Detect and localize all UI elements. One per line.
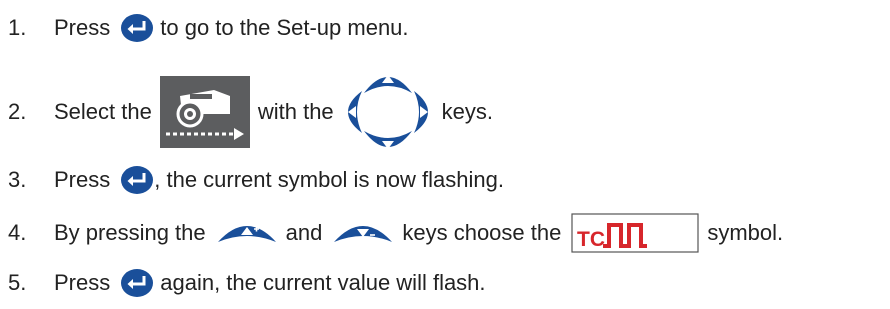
down-minus-key-icon <box>332 220 394 246</box>
step-number: 1. <box>8 15 27 40</box>
step-text: , the current symbol is now flashing. <box>154 167 504 192</box>
step-text: with the <box>257 99 334 124</box>
step-number: 3. <box>8 167 27 192</box>
step-text: keys. <box>441 99 494 124</box>
step-content: Press to go to the Set-up menu. <box>54 8 409 48</box>
step-content: Press , the current symbol is now flashi… <box>54 160 504 200</box>
step-text: Press <box>54 270 111 295</box>
step-text: again, the current value will flash. <box>160 270 486 295</box>
step-text: By pressing the <box>54 220 206 245</box>
enter-key-icon <box>120 13 154 43</box>
arrow-keypad-icon <box>342 69 434 155</box>
step-number: 2. <box>8 99 27 124</box>
step-number: 5. <box>8 270 27 295</box>
step-text: to go to the Set-up menu. <box>160 15 409 40</box>
step-text: and <box>285 220 323 245</box>
up-plus-key-icon <box>216 220 278 246</box>
tc-pulse-symbol-icon: TC <box>571 213 699 253</box>
enter-key-icon <box>120 165 154 195</box>
step-content: By pressing the and keys choose the TC s… <box>54 213 783 253</box>
step-text: keys choose the <box>402 220 562 245</box>
enter-key-icon <box>120 268 154 298</box>
step-content: Select the with the keys. <box>54 74 494 149</box>
step-text: symbol. <box>707 220 784 245</box>
symbol-label: TC <box>577 228 605 251</box>
step-content: Press again, the current value will flas… <box>54 263 486 303</box>
step-text: Select the <box>54 99 152 124</box>
step-text: Press <box>54 167 111 192</box>
step-number: 4. <box>8 220 27 245</box>
step-text: Press <box>54 15 111 40</box>
baler-wrapper-icon <box>159 76 250 148</box>
